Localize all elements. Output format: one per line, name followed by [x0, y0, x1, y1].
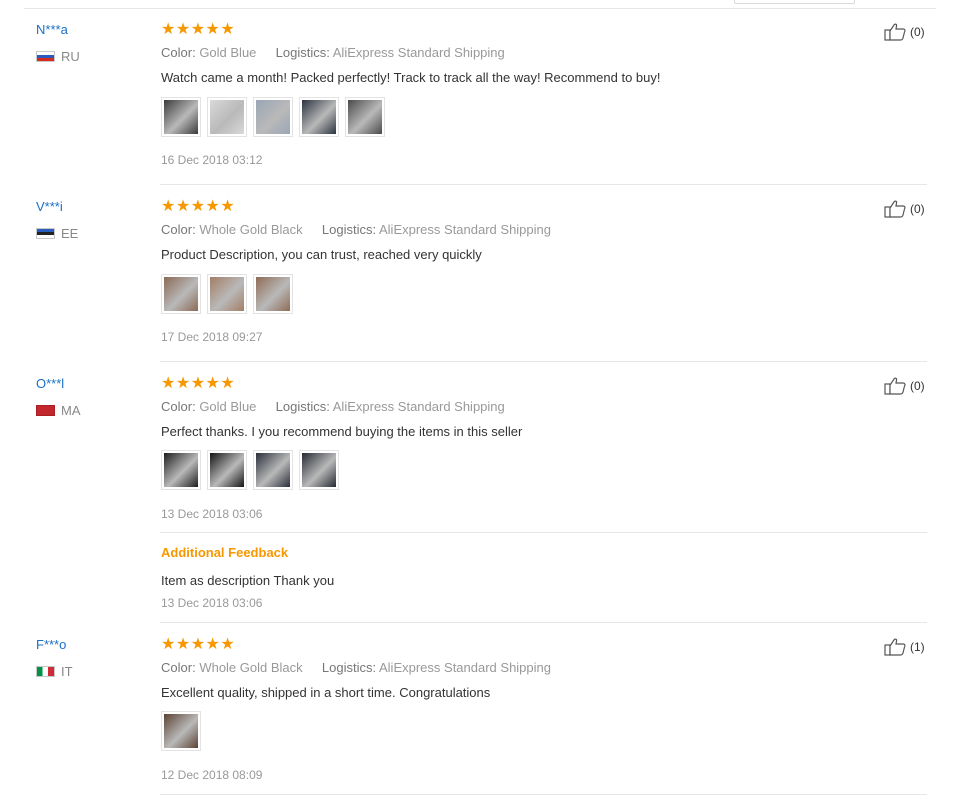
- review-photo[interactable]: [253, 274, 293, 314]
- review-photo[interactable]: [207, 450, 247, 490]
- color-label: Color:: [161, 660, 196, 675]
- logistics-label: Logistics:: [275, 45, 330, 60]
- color-value: Whole Gold Black: [199, 660, 303, 675]
- helpful-button[interactable]: (1): [884, 638, 925, 656]
- order-attributes: Color: Whole Gold Black Logistics: AliEx…: [161, 222, 551, 237]
- review-divider: [160, 794, 927, 795]
- country-code: RU: [61, 49, 80, 64]
- helpful-count: (0): [910, 379, 925, 393]
- it-flag-icon: [36, 666, 55, 677]
- star-rating: ★★★★★: [161, 198, 236, 215]
- review-text: Watch came a month! Packed perfectly! Tr…: [161, 70, 661, 85]
- additional-feedback-text: Item as description Thank you: [161, 573, 335, 588]
- review-photo[interactable]: [253, 450, 293, 490]
- reviewer-name[interactable]: F***o: [36, 637, 66, 652]
- logistics-value: AliExpress Standard Shipping: [379, 660, 551, 675]
- review-photo[interactable]: [161, 711, 201, 751]
- helpful-button[interactable]: (0): [884, 23, 925, 41]
- thumbs-up-icon: [884, 200, 906, 218]
- color-value: Gold Blue: [199, 399, 257, 414]
- review-photo[interactable]: [207, 274, 247, 314]
- star-rating: ★★★★★: [161, 636, 236, 653]
- thumbs-up-icon: [884, 377, 906, 395]
- review-photo[interactable]: [299, 97, 339, 137]
- reviewer-country: RU: [36, 49, 80, 64]
- logistics-label: Logistics:: [321, 660, 377, 675]
- reviewer-name[interactable]: O***l: [36, 376, 64, 391]
- review-photo[interactable]: [207, 97, 247, 137]
- review-photo[interactable]: [299, 450, 339, 490]
- helpful-button[interactable]: (0): [884, 377, 925, 395]
- order-attributes: Color: Gold Blue Logistics: AliExpress S…: [161, 399, 505, 414]
- reviewer-country: MA: [36, 403, 81, 418]
- additional-feedback-date: 13 Dec 2018 03:06: [161, 596, 263, 610]
- helpful-count: (0): [910, 202, 925, 216]
- review-date: 12 Dec 2018 08:09: [161, 768, 263, 782]
- review-photos: [161, 450, 339, 490]
- reviewer-name[interactable]: N***a: [36, 22, 68, 37]
- helpful-count: (0): [910, 25, 925, 39]
- color-label: Color:: [161, 45, 196, 60]
- review-divider: [160, 361, 927, 362]
- reviewer-country: EE: [36, 226, 78, 241]
- review-text: Perfect thanks. I you recommend buying t…: [161, 424, 523, 439]
- additional-feedback-title: Additional Feedback: [161, 545, 289, 560]
- review-photos: [161, 274, 293, 314]
- order-attributes: Color: Gold Blue Logistics: AliExpress S…: [161, 45, 505, 60]
- color-value: Gold Blue: [199, 45, 257, 60]
- review-date: 16 Dec 2018 03:12: [161, 153, 263, 167]
- review-photo[interactable]: [345, 97, 385, 137]
- color-label: Color:: [161, 399, 196, 414]
- helpful-button[interactable]: (0): [884, 200, 925, 218]
- review-divider: [160, 184, 927, 185]
- review-date: 13 Dec 2018 03:06: [161, 507, 263, 521]
- country-code: EE: [61, 226, 79, 241]
- reviewer-name[interactable]: V***i: [36, 199, 63, 214]
- ma-flag-icon: [36, 405, 55, 416]
- order-attributes: Color: Whole Gold Black Logistics: AliEx…: [161, 660, 551, 675]
- helpful-count: (1): [910, 640, 925, 654]
- color-label: Color:: [161, 222, 196, 237]
- logistics-value: AliExpress Standard Shipping: [379, 222, 551, 237]
- review-date: 17 Dec 2018 09:27: [161, 330, 263, 344]
- review-divider: [160, 622, 927, 623]
- ru-flag-icon: [36, 51, 55, 62]
- review-text: Excellent quality, shipped in a short ti…: [161, 685, 491, 700]
- review-photo[interactable]: [253, 97, 293, 137]
- review-photo[interactable]: [161, 274, 201, 314]
- color-value: Whole Gold Black: [199, 222, 303, 237]
- star-rating: ★★★★★: [161, 21, 236, 38]
- country-code: IT: [61, 664, 73, 679]
- review-photo[interactable]: [161, 97, 201, 137]
- review-text: Product Description, you can trust, reac…: [161, 247, 482, 262]
- review-photo[interactable]: [161, 450, 201, 490]
- sort-dropdown[interactable]: [734, 0, 855, 4]
- additional-feedback-divider: [160, 532, 927, 533]
- logistics-label: Logistics:: [275, 399, 330, 414]
- logistics-value: AliExpress Standard Shipping: [332, 45, 505, 60]
- star-rating: ★★★★★: [161, 375, 236, 392]
- review-photos: [161, 97, 385, 137]
- thumbs-up-icon: [884, 23, 906, 41]
- thumbs-up-icon: [884, 638, 906, 656]
- country-code: MA: [61, 403, 81, 418]
- logistics-value: AliExpress Standard Shipping: [332, 399, 505, 414]
- logistics-label: Logistics:: [321, 222, 377, 237]
- reviewer-country: IT: [36, 664, 73, 679]
- review-photos: [161, 711, 201, 751]
- ee-flag-icon: [36, 228, 55, 239]
